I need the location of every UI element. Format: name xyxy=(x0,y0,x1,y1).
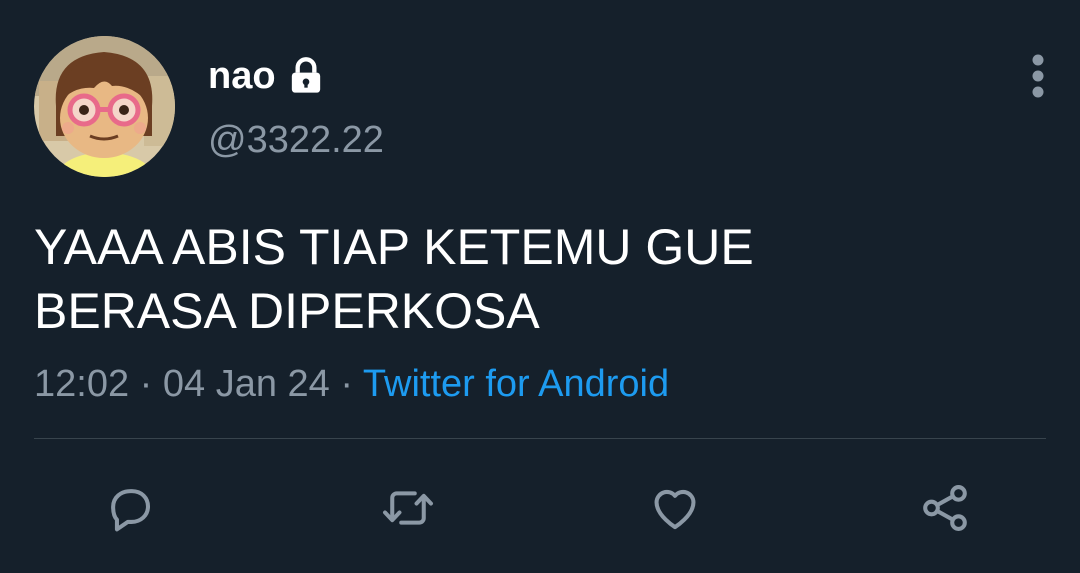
meta-separator: · xyxy=(139,363,153,405)
tweet-text-line: BERASA DIPERKOSA xyxy=(34,283,540,339)
tweet-date: 04 Jan 24 xyxy=(162,363,330,405)
heart-icon xyxy=(654,489,696,530)
display-name-row[interactable]: nao xyxy=(208,54,326,98)
tweet-text: YAAA ABIS TIAP KETEMU GUE BERASA DIPERKO… xyxy=(34,215,1034,343)
more-vertical-icon[interactable] xyxy=(1020,52,1056,100)
divider xyxy=(34,438,1046,439)
reply-icon xyxy=(111,489,151,532)
avatar-image xyxy=(34,36,175,177)
share-icon xyxy=(923,485,967,531)
tweet-text-line: YAAA ABIS TIAP KETEMU GUE xyxy=(34,219,754,275)
share-button[interactable] xyxy=(915,478,975,538)
retweet-icon xyxy=(383,491,433,525)
tweet-meta: 12:02 · 04 Jan 24 · Twitter for Android xyxy=(34,360,669,408)
tweet-time: 12:02 xyxy=(34,363,130,405)
lock-icon xyxy=(286,56,326,96)
reply-button[interactable] xyxy=(100,478,160,538)
user-handle[interactable]: @3322.22 xyxy=(208,118,384,162)
like-button[interactable] xyxy=(645,478,705,538)
display-name[interactable]: nao xyxy=(208,54,276,98)
tweet-source-link[interactable]: Twitter for Android xyxy=(363,363,669,405)
avatar[interactable] xyxy=(34,36,175,177)
meta-separator: · xyxy=(340,363,354,405)
retweet-button[interactable] xyxy=(378,478,438,538)
tweet-card: nao @3322.22 YAAA ABIS TIAP KETEMU GUE B… xyxy=(0,0,1080,573)
